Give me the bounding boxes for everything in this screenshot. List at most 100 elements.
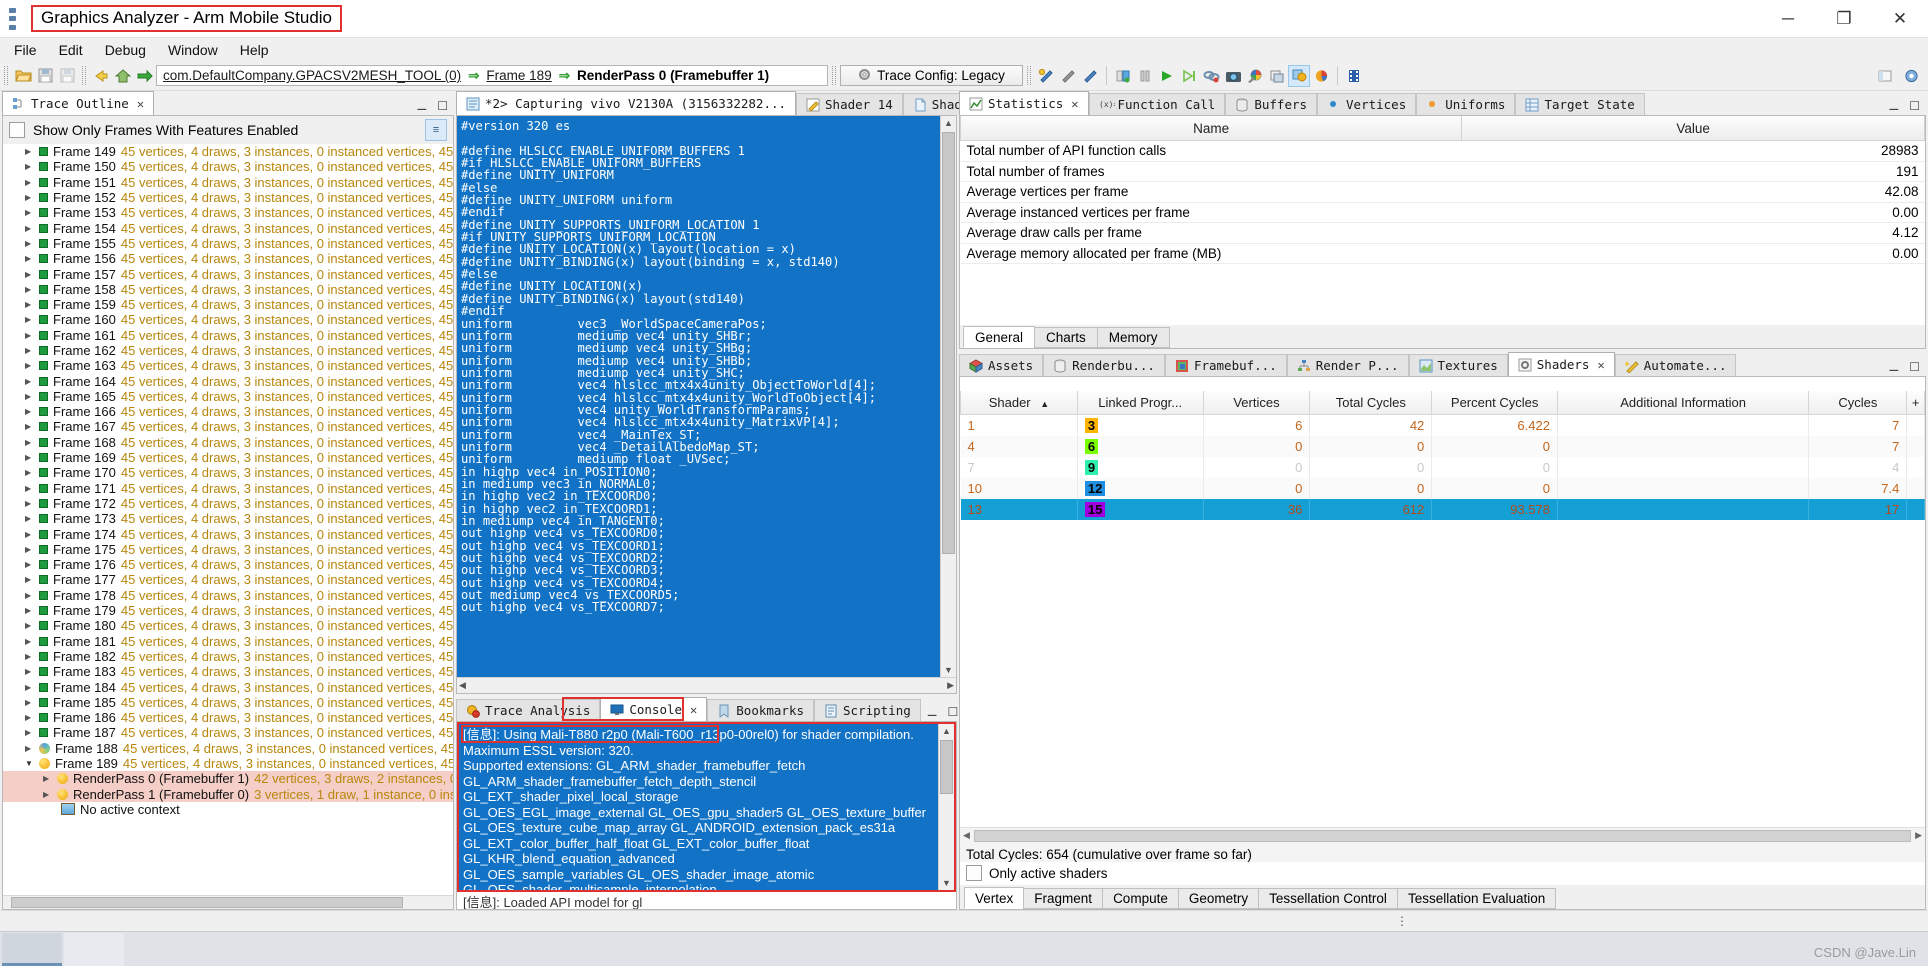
tree-row-frame[interactable]: ▶Frame 16145 vertices, 4 draws, 3 instan… xyxy=(3,328,453,343)
expand-arrow-icon[interactable]: ▶ xyxy=(25,162,34,171)
menu-help[interactable]: Help xyxy=(240,42,269,58)
breadcrumb[interactable]: com.DefaultCompany.GPACSV2MESH_TOOL (0) … xyxy=(156,65,828,86)
expand-arrow-icon[interactable]: ▶ xyxy=(25,193,34,202)
column-header-shader[interactable]: Shader ▲ xyxy=(961,391,1078,415)
expand-arrow-icon[interactable]: ▶ xyxy=(25,621,34,630)
tree-row-frame[interactable]: ▶Frame 15245 vertices, 4 draws, 3 instan… xyxy=(3,190,453,205)
tab-renderbuffers[interactable]: Renderbu... xyxy=(1043,354,1165,376)
tree-row-frame[interactable]: ▶Frame 15945 vertices, 4 draws, 3 instan… xyxy=(3,297,453,312)
scroll-right-icon[interactable]: ▶ xyxy=(1915,830,1922,841)
tree-row-frame[interactable]: ▶Frame 17945 vertices, 4 draws, 3 instan… xyxy=(3,603,453,618)
tab-assets[interactable]: Assets xyxy=(959,354,1043,376)
expand-arrow-icon[interactable]: ▶ xyxy=(25,224,34,233)
column-header-vertices[interactable]: Vertices xyxy=(1203,391,1310,415)
scrollbar-thumb[interactable] xyxy=(11,897,403,908)
tree-row-frame[interactable]: ▶Frame 16045 vertices, 4 draws, 3 instan… xyxy=(3,312,453,327)
expand-arrow-icon[interactable]: ▶ xyxy=(25,499,34,508)
expand-arrow-icon[interactable]: ▶ xyxy=(25,652,34,661)
layers-icon[interactable] xyxy=(1266,65,1288,87)
scroll-down-icon[interactable]: ▼ xyxy=(944,663,953,677)
taskbar-item[interactable] xyxy=(64,933,124,966)
tree-row-renderpass-1[interactable]: ▶ RenderPass 1 (Framebuffer 0) 3 vertice… xyxy=(3,786,453,801)
column-header-cycles[interactable]: Cycles xyxy=(1809,391,1907,415)
tree-row-frame[interactable]: ▶Frame 15745 vertices, 4 draws, 3 instan… xyxy=(3,266,453,281)
expand-arrow-icon[interactable]: ▶ xyxy=(25,575,34,584)
expand-arrow-icon[interactable]: ▶ xyxy=(43,790,52,799)
maximize-view-icon[interactable]: ☐ xyxy=(437,99,448,113)
tab-target-state[interactable]: Target State xyxy=(1515,93,1644,115)
tree-row-frame[interactable]: ▶Frame 18545 vertices, 4 draws, 3 instan… xyxy=(3,695,453,710)
tab-buffers[interactable]: Buffers xyxy=(1225,93,1317,115)
statistics-row[interactable]: Average vertices per frame42.08 xyxy=(961,182,1925,203)
tree-row-frame[interactable]: ▶Frame 18345 vertices, 4 draws, 3 instan… xyxy=(3,664,453,679)
tab-textures[interactable]: Textures xyxy=(1409,354,1508,376)
save-all-icon[interactable] xyxy=(56,65,78,87)
only-active-shaders-checkbox[interactable] xyxy=(966,865,982,881)
toolbar-grip-4[interactable] xyxy=(1027,66,1031,85)
column-header-linked-program[interactable]: Linked Progr... xyxy=(1077,391,1203,415)
scrollbar-thumb[interactable] xyxy=(942,132,955,554)
expand-arrow-icon[interactable]: ▶ xyxy=(25,545,34,554)
maximize-view-icon[interactable]: ☐ xyxy=(1909,99,1920,113)
expand-arrow-icon[interactable]: ▶ xyxy=(43,774,52,783)
statistics-row[interactable]: Total number of API function calls28983 xyxy=(961,141,1925,162)
perspective-switch-icon[interactable] xyxy=(1900,65,1922,87)
pen-icon[interactable] xyxy=(1057,65,1079,87)
tree-row-frame[interactable]: ▶Frame 15445 vertices, 4 draws, 3 instan… xyxy=(3,220,453,235)
scroll-right-icon[interactable]: ▶ xyxy=(947,680,954,691)
tree-row-frame[interactable]: ▶Frame 17645 vertices, 4 draws, 3 instan… xyxy=(3,557,453,572)
tree-row-frame[interactable]: ▶Frame 18245 vertices, 4 draws, 3 instan… xyxy=(3,649,453,664)
editor-horizontal-scrollbar[interactable]: ◀ ▶ xyxy=(457,677,956,693)
home-icon[interactable] xyxy=(112,65,134,87)
statistics-row[interactable]: Average memory allocated per frame (MB)0… xyxy=(961,243,1925,264)
tree-row-frame[interactable]: ▶Frame 16945 vertices, 4 draws, 3 instan… xyxy=(3,450,453,465)
menu-window[interactable]: Window xyxy=(168,42,218,58)
column-header-percent-cycles[interactable]: Percent Cycles xyxy=(1432,391,1558,415)
stage-tab-fragment[interactable]: Fragment xyxy=(1023,888,1103,909)
tab-console[interactable]: Console ✕ xyxy=(600,697,707,721)
frame-tree[interactable]: ▶Frame 14945 vertices, 4 draws, 3 instan… xyxy=(3,144,453,895)
tree-row-frame[interactable]: ▶Frame 16645 vertices, 4 draws, 3 instan… xyxy=(3,404,453,419)
tree-row-frame[interactable]: ▶Frame 16245 vertices, 4 draws, 3 instan… xyxy=(3,343,453,358)
expand-arrow-icon[interactable]: ▶ xyxy=(25,453,34,462)
tree-row-frame[interactable]: ▶Frame 15145 vertices, 4 draws, 3 instan… xyxy=(3,175,453,190)
tab-trace-analysis[interactable]: Trace Analysis xyxy=(456,699,600,721)
expand-arrow-icon[interactable]: ▶ xyxy=(25,728,34,737)
expand-arrow-icon[interactable]: ▶ xyxy=(25,667,34,676)
expand-arrow-icon[interactable]: ▶ xyxy=(25,331,34,340)
pie-chart-icon[interactable] xyxy=(1310,65,1332,87)
tab-shader-14[interactable]: Shader 14 xyxy=(796,93,903,115)
expand-arrow-icon[interactable]: ▶ xyxy=(25,422,34,431)
step-frame-icon[interactable] xyxy=(1112,65,1134,87)
tree-row-frame[interactable]: ▶Frame 18645 vertices, 4 draws, 3 instan… xyxy=(3,710,453,725)
table-row[interactable]: 136426.4227 xyxy=(961,415,1925,437)
tree-row-frame[interactable]: ▶Frame 18445 vertices, 4 draws, 3 instan… xyxy=(3,679,453,694)
menu-edit[interactable]: Edit xyxy=(59,42,83,58)
camera-icon[interactable] xyxy=(1222,65,1244,87)
tree-row-frame[interactable]: ▶Frame 17545 vertices, 4 draws, 3 instan… xyxy=(3,542,453,557)
open-folder-icon[interactable] xyxy=(12,65,34,87)
tab-automate[interactable]: Automate... xyxy=(1615,354,1737,376)
close-button[interactable]: ✕ xyxy=(1872,0,1928,37)
collapse-arrow-icon[interactable]: ▼ xyxy=(25,759,34,768)
tree-row-frame[interactable]: ▶Frame 17045 vertices, 4 draws, 3 instan… xyxy=(3,465,453,480)
minimize-button[interactable]: ─ xyxy=(1760,0,1816,37)
tree-row-frame[interactable]: ▶Frame 17445 vertices, 4 draws, 3 instan… xyxy=(3,526,453,541)
overdraw-icon[interactable] xyxy=(1288,65,1310,87)
close-icon[interactable]: ✕ xyxy=(137,97,144,111)
toolbar-grip-2[interactable] xyxy=(82,66,86,85)
tree-row-frame[interactable]: ▶Frame 15045 vertices, 4 draws, 3 instan… xyxy=(3,159,453,174)
expand-arrow-icon[interactable]: ▶ xyxy=(25,178,34,187)
table-row[interactable]: 10120007.4 xyxy=(961,478,1925,499)
expand-arrow-icon[interactable]: ▶ xyxy=(25,285,34,294)
subtab-memory[interactable]: Memory xyxy=(1097,327,1170,348)
tab-shaders[interactable]: Shaders ✕ xyxy=(1508,352,1615,376)
scrollbar-thumb[interactable] xyxy=(974,830,1911,842)
tab-statistics[interactable]: Statistics ✕ xyxy=(959,91,1089,115)
tree-row-no-active-context[interactable]: No active context xyxy=(3,802,453,817)
shader-source[interactable]: #version 320 es #define HLSLCC_ENABLE_UN… xyxy=(457,116,940,677)
tree-row-frame[interactable]: ▶Frame 17845 vertices, 4 draws, 3 instan… xyxy=(3,588,453,603)
menu-file[interactable]: File xyxy=(14,42,37,58)
table-row[interactable]: 13153661293.57817 xyxy=(961,499,1925,520)
menu-debug[interactable]: Debug xyxy=(105,42,146,58)
